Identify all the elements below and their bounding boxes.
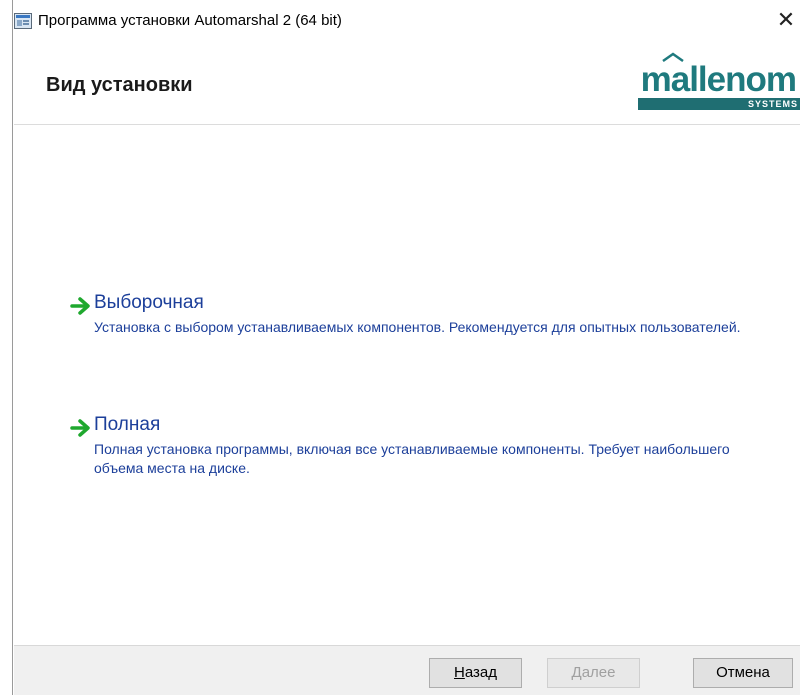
title-bar[interactable]: Программа установки Automarshal 2 (64 bi…: [14, 0, 800, 40]
next-button[interactable]: Далее: [547, 658, 640, 688]
window-left-border: [0, 0, 13, 695]
close-icon[interactable]: ✕: [774, 5, 798, 35]
window-title: Программа установки Automarshal 2 (64 bi…: [38, 12, 342, 29]
installer-window: Программа установки Automarshal 2 (64 bi…: [0, 0, 800, 695]
back-button[interactable]: Назад: [429, 658, 522, 688]
arrow-right-icon: [70, 297, 90, 315]
footer-bar: Назад Далее Отмена: [14, 645, 800, 695]
installer-app-icon: [14, 13, 32, 29]
option-custom-description: Установка с выбором устанавливаемых комп…: [94, 319, 741, 335]
page-title: Вид установки: [46, 74, 193, 96]
option-custom-title[interactable]: Выборочная: [94, 292, 204, 314]
logo-bar: SYSTEMS: [638, 98, 800, 110]
option-full-title[interactable]: Полная: [94, 414, 160, 436]
mallenom-logo: mallenom SYSTEMS: [634, 52, 800, 110]
cancel-button[interactable]: Отмена: [693, 658, 793, 688]
page-header: Вид установки mallenom SYSTEMS: [14, 40, 800, 125]
logo-wordmark: mallenom: [640, 60, 797, 99]
content-area: Выборочная Установка с выбором устанавли…: [14, 126, 800, 626]
option-full-description: Полная установка программы, включая все …: [94, 441, 730, 476]
arrow-right-icon: [70, 419, 90, 437]
logo-subtitle: SYSTEMS: [747, 99, 798, 109]
